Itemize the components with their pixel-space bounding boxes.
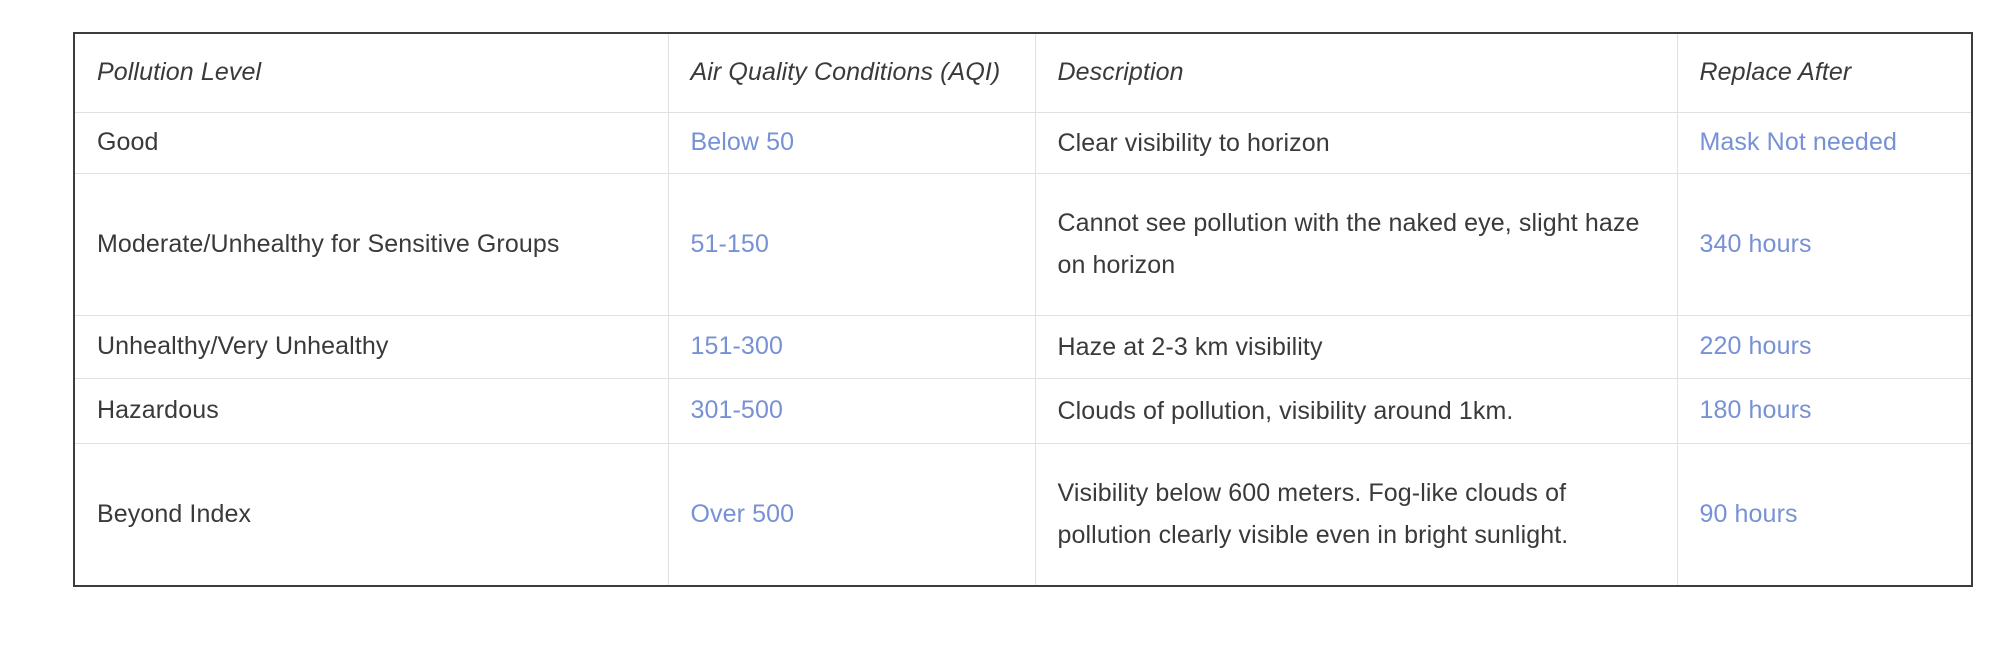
cell-pollution-level: Beyond Index: [75, 443, 669, 585]
cell-aqi: 301-500: [668, 378, 1036, 444]
cell-pollution-level: Good: [75, 112, 669, 174]
cell-pollution-level: Unhealthy/Very Unhealthy: [75, 315, 669, 379]
table-header-row: Pollution Level Air Quality Conditions (…: [75, 34, 1971, 113]
cell-description: Haze at 2-3 km visibility: [1035, 315, 1678, 379]
page-root: Pollution Level Air Quality Conditions (…: [0, 0, 2016, 656]
cell-pollution-level: Hazardous: [75, 378, 669, 444]
column-header-replace-after: Replace After: [1677, 34, 1971, 113]
table-row: Unhealthy/Very Unhealthy 151-300 Haze at…: [75, 315, 1971, 379]
description-line: Visibility below 600 meters. Fog-like cl…: [1057, 479, 1567, 508]
cell-replace-after: 180 hours: [1677, 378, 1971, 444]
cell-description: Clear visibility to horizon: [1035, 112, 1678, 174]
description-line: Haze at 2-3 km visibility: [1057, 332, 1323, 361]
column-header-pollution-level: Pollution Level: [75, 34, 669, 113]
description-line: Clouds of pollution, visibility around 1…: [1057, 396, 1514, 425]
description-line: Cannot see pollution with the naked eye,…: [1057, 209, 1640, 237]
cell-aqi: Over 500: [668, 443, 1036, 585]
cell-aqi: Below 50: [668, 112, 1036, 174]
cell-aqi: 51-150: [668, 173, 1036, 316]
cell-aqi: 151-300: [668, 315, 1036, 379]
description-line: on horizon: [1057, 251, 1176, 279]
cell-replace-after: 90 hours: [1699, 499, 1798, 528]
column-header-description: Description: [1035, 34, 1678, 113]
cell-replace-after: 220 hours: [1677, 315, 1971, 379]
table-row: Good Below 50 Clear visibility to horizo…: [75, 112, 1971, 174]
column-header-air-quality-conditions: Air Quality Conditions (AQI): [668, 34, 1036, 113]
table-header: Pollution Level Air Quality Conditions (…: [75, 34, 1971, 113]
cell-description: Clouds of pollution, visibility around 1…: [1035, 378, 1678, 444]
table-body: Good Below 50 Clear visibility to horizo…: [75, 112, 1971, 585]
table-row: Moderate/Unhealthy for Sensitive Groups …: [75, 173, 1971, 316]
aqi-mask-replacement-table: Pollution Level Air Quality Conditions (…: [73, 32, 1973, 587]
cell-description: Cannot see pollution with the naked eye,…: [1035, 173, 1678, 316]
table-row: Beyond Index Over 500 Visibility below 6…: [75, 443, 1971, 585]
cell-replace-after: Mask Not needed: [1677, 112, 1971, 174]
description-line: pollution clearly visible even in bright…: [1057, 521, 1569, 550]
table-row: Hazardous 301-500 Clouds of pollution, v…: [75, 378, 1971, 444]
cell-pollution-level: Moderate/Unhealthy for Sensitive Groups: [75, 173, 669, 316]
cell-description: Visibility below 600 meters. Fog-like cl…: [1035, 443, 1678, 585]
cell-replace-after: 340 hours: [1677, 173, 1971, 316]
table: Pollution Level Air Quality Conditions (…: [75, 34, 1971, 585]
description-line: Clear visibility to horizon: [1057, 128, 1330, 157]
